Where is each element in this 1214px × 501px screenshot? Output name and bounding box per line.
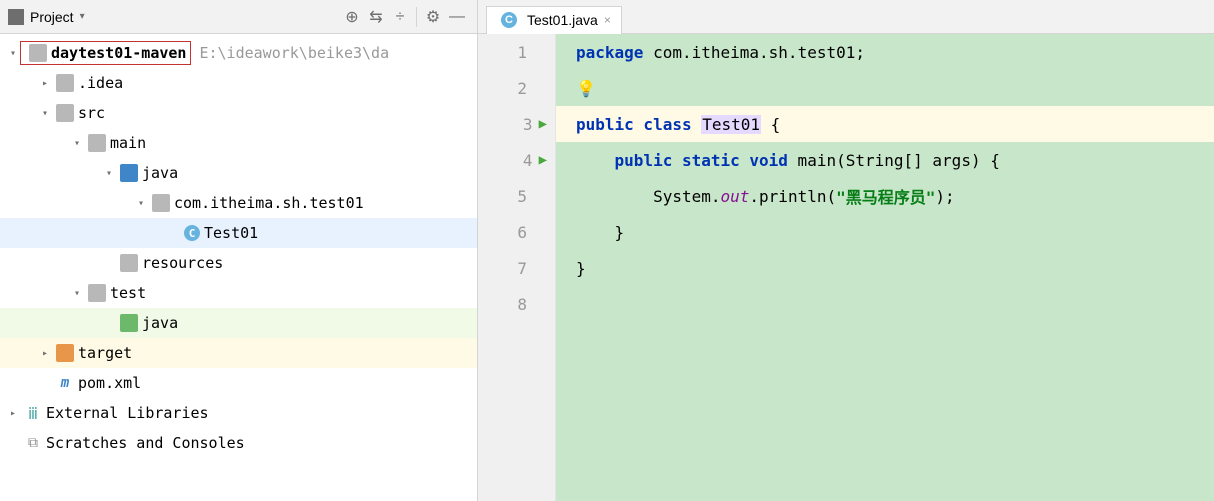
tree-item-java-main[interactable]: ▾ java bbox=[0, 158, 477, 188]
line-number: 2 bbox=[503, 79, 527, 98]
line-number: 1 bbox=[503, 43, 527, 62]
chevron-down-icon[interactable]: ▾ bbox=[102, 168, 116, 179]
line-number: 3 bbox=[509, 115, 533, 134]
tree-item-java-test[interactable]: java bbox=[0, 308, 477, 338]
divider bbox=[416, 7, 417, 27]
project-tree: ▾ daytest01-maven E:\ideawork\beike3\da … bbox=[0, 34, 477, 501]
line-number: 4 bbox=[509, 151, 533, 170]
folder-icon bbox=[88, 134, 106, 152]
folder-icon bbox=[56, 74, 74, 92]
chevron-down-icon[interactable]: ▾ bbox=[38, 108, 52, 119]
project-panel: Project ▾ ⊕ ⇆ ÷ ⚙ — ▾ daytest01-maven E:… bbox=[0, 0, 478, 501]
tree-item-src[interactable]: ▾ src bbox=[0, 98, 477, 128]
gutter: 1 2 3 ▶ 4 ▶ 5 6 7 8 bbox=[478, 34, 556, 501]
tree-item-package[interactable]: ▾ com.itheima.sh.test01 bbox=[0, 188, 477, 218]
chevron-down-icon[interactable]: ▾ bbox=[70, 288, 84, 299]
chevron-right-icon[interactable]: ▸ bbox=[6, 408, 20, 419]
tree-item-pom[interactable]: m pom.xml bbox=[0, 368, 477, 398]
code-line: 💡 bbox=[556, 70, 1214, 106]
tree-item-resources[interactable]: resources bbox=[0, 248, 477, 278]
test-folder-icon bbox=[120, 314, 138, 332]
collapse-icon[interactable]: ÷ bbox=[388, 5, 412, 29]
code-line: public static void main(String[] args) { bbox=[556, 142, 1214, 178]
root-path: E:\ideawork\beike3\da bbox=[199, 44, 389, 62]
maven-icon: m bbox=[56, 374, 74, 392]
source-folder-icon bbox=[120, 164, 138, 182]
panel-title[interactable]: Project bbox=[30, 9, 74, 25]
panel-header: Project ▾ ⊕ ⇆ ÷ ⚙ — bbox=[0, 0, 477, 34]
tree-item-main[interactable]: ▾ main bbox=[0, 128, 477, 158]
code-area[interactable]: package com.itheima.sh.test01; 💡 public … bbox=[556, 34, 1214, 501]
root-label: daytest01-maven bbox=[51, 44, 186, 62]
chevron-down-icon[interactable]: ▾ bbox=[6, 48, 20, 59]
hide-icon[interactable]: — bbox=[445, 5, 469, 29]
java-class-icon: C bbox=[501, 12, 517, 28]
gear-icon[interactable]: ⚙ bbox=[421, 5, 445, 29]
line-number: 6 bbox=[503, 223, 527, 242]
folder-icon bbox=[88, 284, 106, 302]
tab-bar: C Test01.java × bbox=[478, 0, 1214, 34]
line-number: 5 bbox=[503, 187, 527, 206]
chevron-down-icon[interactable]: ▾ bbox=[134, 198, 148, 209]
chevron-right-icon[interactable]: ▸ bbox=[38, 78, 52, 89]
code-line: public class Test01 { bbox=[556, 106, 1214, 142]
code-line: } bbox=[556, 214, 1214, 250]
dropdown-icon[interactable]: ▾ bbox=[80, 11, 85, 22]
library-icon: ⅲ bbox=[24, 404, 42, 422]
run-icon[interactable]: ▶ bbox=[539, 116, 547, 132]
tree-root[interactable]: ▾ daytest01-maven E:\ideawork\beike3\da bbox=[0, 38, 477, 68]
module-icon bbox=[29, 44, 47, 62]
tree-item-test[interactable]: ▾ test bbox=[0, 278, 477, 308]
excluded-folder-icon bbox=[56, 344, 74, 362]
code-line: } bbox=[556, 250, 1214, 286]
folder-icon bbox=[56, 104, 74, 122]
expand-icon[interactable]: ⇆ bbox=[364, 5, 388, 29]
run-icon[interactable]: ▶ bbox=[539, 152, 547, 168]
chevron-right-icon[interactable]: ▸ bbox=[38, 348, 52, 359]
editor-panel: C Test01.java × 1 2 3 ▶ 4 ▶ 5 6 7 8 packag… bbox=[478, 0, 1214, 501]
tab-label: Test01.java bbox=[527, 12, 598, 28]
scratches-icon: ⧉ bbox=[24, 434, 42, 452]
close-icon[interactable]: × bbox=[604, 13, 611, 27]
code-line bbox=[556, 286, 1214, 322]
code-line: package com.itheima.sh.test01; bbox=[556, 34, 1214, 70]
tree-item-target[interactable]: ▸ target bbox=[0, 338, 477, 368]
bulb-icon[interactable]: 💡 bbox=[576, 79, 596, 98]
java-class-icon: C bbox=[184, 225, 200, 241]
line-number: 8 bbox=[503, 295, 527, 314]
code-editor[interactable]: 1 2 3 ▶ 4 ▶ 5 6 7 8 package com.itheima.sh… bbox=[478, 34, 1214, 501]
tree-item-extlib[interactable]: ▸ ⅲ External Libraries bbox=[0, 398, 477, 428]
editor-tab[interactable]: C Test01.java × bbox=[486, 6, 622, 34]
project-icon bbox=[8, 9, 24, 25]
locate-icon[interactable]: ⊕ bbox=[340, 5, 364, 29]
tree-item-idea[interactable]: ▸ .idea bbox=[0, 68, 477, 98]
resources-folder-icon bbox=[120, 254, 138, 272]
package-icon bbox=[152, 194, 170, 212]
tree-item-class[interactable]: C Test01 bbox=[0, 218, 477, 248]
tree-item-scratches[interactable]: ⧉ Scratches and Consoles bbox=[0, 428, 477, 458]
chevron-down-icon[interactable]: ▾ bbox=[70, 138, 84, 149]
code-line: System.out.println("黑马程序员"); bbox=[556, 178, 1214, 214]
line-number: 7 bbox=[503, 259, 527, 278]
